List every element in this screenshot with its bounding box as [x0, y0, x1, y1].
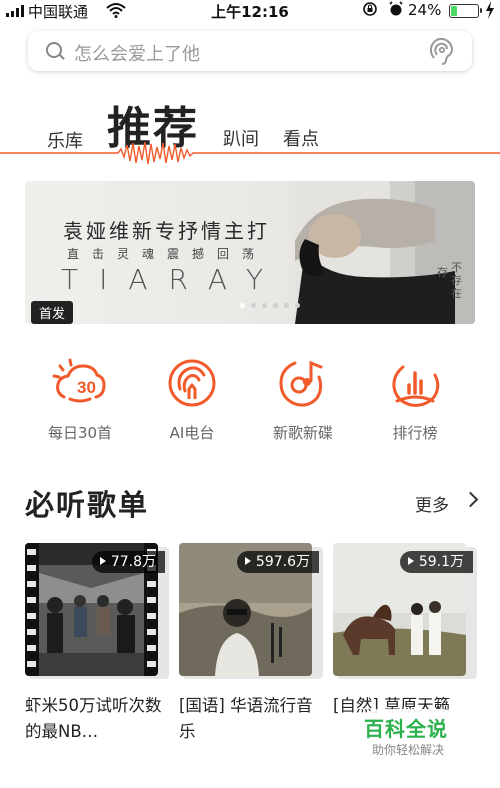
banner-subtitle: 直击灵魂震撼回荡 — [67, 247, 268, 261]
alarm-icon — [388, 1, 404, 21]
play-count: 77.8万 — [110, 554, 156, 570]
quick-entry-charts[interactable]: 排行榜 — [355, 353, 475, 443]
quick-entry-label: AI电台 — [169, 424, 215, 442]
play-icon — [244, 557, 251, 565]
disc-note-icon — [279, 360, 323, 407]
banner-title: 袁娅维新专抒情主打 — [63, 219, 270, 243]
battery-icon — [449, 4, 482, 18]
chevron-right-icon[interactable] — [462, 491, 479, 508]
battery-percent: 24% — [408, 1, 442, 19]
watermark-subtitle: 助你轻松解决 — [372, 743, 445, 757]
banner-artist-photo — [295, 181, 475, 324]
banner-badge: 首发 — [31, 301, 74, 324]
play-count-badge: 59.1万 — [399, 551, 473, 573]
search-icon — [46, 42, 62, 58]
voice-icon[interactable] — [426, 36, 456, 66]
svg-text:30: 30 — [77, 378, 96, 397]
quick-entry-new-releases[interactable]: 新歌新碟 — [243, 353, 363, 443]
banner-vertical-text-2: 不存在 — [451, 261, 462, 300]
quick-entry-label: 排行榜 — [392, 424, 438, 442]
rotation-lock-icon — [362, 1, 378, 21]
charging-icon — [485, 1, 495, 23]
watermark: 百科全说 助你轻松解决 — [352, 709, 468, 765]
section-title: 必听歌单 — [25, 488, 150, 522]
battery-fill — [451, 6, 457, 16]
play-count-badge: 597.6万 — [236, 551, 319, 573]
play-count: 597.6万 — [255, 554, 310, 570]
play-count: 59.1万 — [418, 554, 464, 570]
status-bar: 中国联通 上午12:16 24% — [0, 0, 500, 22]
quick-entry-label: 新歌新碟 — [272, 424, 333, 442]
play-count-badge: 77.8万 — [91, 551, 165, 573]
banner-dot[interactable] — [251, 303, 256, 308]
quick-entry-daily30[interactable]: 30 每日30首 — [20, 353, 140, 443]
playlist-title: 虾米50万试听次数的最NB… — [25, 696, 162, 741]
tab-indicator-wave — [0, 141, 500, 165]
banner-dot[interactable] — [295, 303, 300, 308]
play-icon — [99, 557, 106, 565]
banner-dot[interactable] — [240, 303, 245, 308]
calendar-sun-icon: 30 — [52, 358, 106, 403]
radio-icon — [168, 359, 216, 407]
watermark-title: 百科全说 — [364, 717, 448, 741]
banner-dot[interactable] — [273, 303, 278, 308]
search-bar[interactable]: 怎么会爱上了他 — [28, 31, 472, 71]
chart-icon — [392, 365, 440, 407]
quick-entry-label: 每日30首 — [47, 424, 113, 442]
quick-entry-ai-radio[interactable]: AI电台 — [132, 353, 252, 443]
banner-vertical-text-1: 存 — [437, 266, 448, 279]
banner-dot[interactable] — [284, 303, 289, 308]
banner-pagination[interactable] — [240, 303, 300, 308]
banner-title-en: TIARAY — [61, 263, 284, 296]
more-link[interactable]: 更多 — [415, 491, 449, 516]
play-icon — [407, 557, 414, 565]
search-placeholder: 怎么会爱上了他 — [74, 44, 200, 65]
banner-dot[interactable] — [262, 303, 267, 308]
playlist-title: [国语] 华语流行音乐 — [179, 696, 313, 741]
promo-banner[interactable]: 袁娅维新专抒情主打 直击灵魂震撼回荡 TIARAY 存 不存在 首发 — [25, 181, 475, 324]
